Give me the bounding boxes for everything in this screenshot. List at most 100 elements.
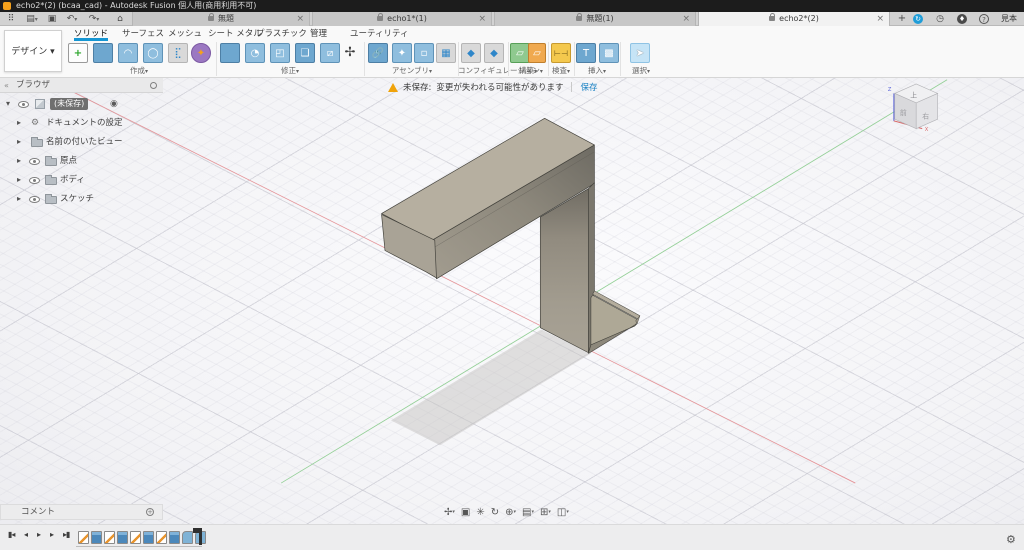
timeline-go-to-start-button[interactable]: ▮◂ <box>8 530 14 539</box>
expand-caret-icon[interactable]: ▸ <box>17 114 21 132</box>
doc-tab-untitled[interactable]: 無題 <box>132 12 310 26</box>
timeline-step-forward-button[interactable]: ▸ <box>50 530 53 539</box>
user-label[interactable]: 見本 <box>996 12 1022 26</box>
app-grid-menu-icon[interactable]: ⠿ <box>4 12 18 26</box>
new-tab-button[interactable]: + <box>896 12 908 26</box>
extrude-icon[interactable] <box>93 43 113 63</box>
browser-item-label[interactable]: ボディ <box>60 171 85 189</box>
browser-item-label[interactable]: スケッチ <box>60 190 94 208</box>
create-sketch-icon[interactable]: + <box>68 43 88 63</box>
save-link[interactable]: 保存 <box>580 81 597 93</box>
expand-caret-icon[interactable]: ▸ <box>17 171 21 189</box>
expand-caret-icon[interactable]: ▸ <box>17 152 21 170</box>
browser-item-origin[interactable]: ▸ 原点 <box>0 152 163 170</box>
combine-icon[interactable]: ❑ <box>295 43 315 63</box>
group-label[interactable]: 挿入 <box>574 65 620 76</box>
timeline-feature-extrude[interactable] <box>143 531 154 544</box>
close-icon[interactable] <box>682 12 690 26</box>
grid-settings-icon[interactable]: ⊞ <box>540 505 551 520</box>
undo-icon[interactable]: ↶ <box>64 12 80 26</box>
hole-icon[interactable]: ◯ <box>143 43 163 63</box>
configuration-table-icon[interactable]: ◆ <box>484 43 504 63</box>
timeline-feature-extrude[interactable] <box>91 531 102 544</box>
close-icon[interactable] <box>478 12 486 26</box>
ribbon-tab-solid[interactable]: ソリッド <box>74 28 108 41</box>
timeline-feature-fillet[interactable] <box>182 531 193 544</box>
timeline-position-marker[interactable] <box>199 528 202 545</box>
close-icon[interactable] <box>296 12 304 26</box>
press-pull-icon[interactable] <box>220 43 240 63</box>
viewports-icon[interactable]: ◫ <box>557 505 569 520</box>
visibility-eye-icon[interactable] <box>29 196 40 203</box>
form-icon[interactable]: ✦ <box>191 43 211 63</box>
timeline-feature-sketch[interactable] <box>104 531 115 544</box>
group-label[interactable]: 検査 <box>548 65 574 76</box>
group-label[interactable]: コンフィギュレーション <box>458 65 508 76</box>
file-menu-icon[interactable]: ▤ <box>24 12 40 26</box>
group-label[interactable]: 作成 <box>64 65 214 76</box>
doc-tab-untitled-1[interactable]: 無題(1) <box>494 12 696 26</box>
browser-root-row[interactable]: ▾ (未保存) ◉ <box>0 95 163 113</box>
column-front-face[interactable] <box>540 189 588 353</box>
panel-options-icon[interactable] <box>150 82 157 89</box>
add-comment-icon[interactable]: + <box>146 508 154 516</box>
zoom-icon[interactable]: ⊕ <box>505 505 516 520</box>
redo-icon[interactable]: ↷ <box>86 12 102 26</box>
display-settings-icon[interactable]: ▤ <box>522 505 534 520</box>
comments-panel[interactable]: コメント + <box>0 504 163 520</box>
workspace-selector[interactable]: デザイン ▾ <box>4 30 62 72</box>
home-tab-icon[interactable]: ⌂ <box>112 12 128 26</box>
ribbon-tab-plastic[interactable]: プラスチック <box>256 28 307 41</box>
group-label[interactable]: 構築 <box>508 65 548 76</box>
joint-icon[interactable]: ✦ <box>392 43 412 63</box>
doc-tab-echo1[interactable]: echo1*(1) <box>312 12 492 26</box>
browser-item-label[interactable]: ドキュメントの設定 <box>46 114 123 132</box>
browser-item-named-views[interactable]: ▸ 名前の付いたビュー <box>0 133 163 151</box>
shell-icon[interactable]: ◰ <box>270 43 290 63</box>
revolve-icon[interactable]: ◠ <box>118 43 138 63</box>
timeline-feature-extrude[interactable] <box>169 531 180 544</box>
fillet-icon[interactable]: ◔ <box>245 43 265 63</box>
root-document-label[interactable]: (未保存) <box>50 98 88 110</box>
new-component-icon[interactable]: 🔗 <box>368 43 388 63</box>
measure-icon[interactable]: ⊢⊣ <box>551 43 571 63</box>
timeline-play-button[interactable]: ▸ <box>37 530 40 539</box>
pan-hand-icon[interactable]: ✳ <box>476 506 484 520</box>
group-label[interactable]: 修正 <box>218 65 362 76</box>
browser-item-document-settings[interactable]: ▸ ⚙ ドキュメントの設定 <box>0 114 163 132</box>
ribbon-tab-mesh[interactable]: メッシュ <box>168 28 202 41</box>
configure-icon[interactable]: ◆ <box>461 43 481 63</box>
job-status-icon[interactable]: ↻ <box>913 14 923 24</box>
notification-bell-icon[interactable]: ♦ <box>957 14 967 24</box>
pan-icon[interactable]: ✢ <box>444 505 455 520</box>
visibility-eye-icon[interactable] <box>29 158 40 165</box>
timeline-step-back-button[interactable]: ◂ <box>24 530 27 539</box>
browser-item-bodies[interactable]: ▸ ボディ <box>0 171 163 189</box>
ribbon-tab-manage[interactable]: 管理 <box>310 28 327 41</box>
expand-caret-icon[interactable]: ▸ <box>17 190 21 208</box>
collapse-panel-icon[interactable]: « <box>4 78 9 93</box>
browser-item-label[interactable]: 原点 <box>60 152 77 170</box>
look-at-icon[interactable]: ▣ <box>461 506 470 520</box>
ribbon-tab-sheetmetal[interactable]: シート メタル <box>208 28 262 41</box>
timeline-feature-sketch[interactable] <box>156 531 167 544</box>
decal-icon[interactable]: T <box>576 43 596 63</box>
doc-tab-echo2-active[interactable]: echo2*(2) <box>698 12 890 26</box>
select-icon[interactable]: ➤ <box>630 43 650 63</box>
group-label[interactable]: アセンブリ <box>366 65 458 76</box>
timeline-feature-extrude[interactable] <box>117 531 128 544</box>
ribbon-tab-utilities[interactable]: ユーティリティ <box>350 28 408 41</box>
save-icon[interactable]: ▣ <box>46 12 58 26</box>
help-icon[interactable]: ? <box>979 14 989 24</box>
rigid-group-icon[interactable]: ▫ <box>414 43 434 63</box>
browser-item-sketches[interactable]: ▸ スケッチ <box>0 190 163 208</box>
expand-caret-icon[interactable]: ▸ <box>17 133 21 151</box>
viewcube[interactable]: 上 前 右 Z X <box>888 84 938 133</box>
model-body[interactable] <box>382 118 640 353</box>
axis-icon[interactable]: ▱ <box>528 43 546 63</box>
close-icon[interactable] <box>876 12 884 26</box>
browser-panel-header[interactable]: « ブラウザ <box>0 78 163 93</box>
settings-gear-icon[interactable]: ⚙ <box>1006 533 1016 546</box>
pattern-icon[interactable]: ⣏ <box>168 43 188 63</box>
timeline-feature-sketch[interactable] <box>78 531 89 544</box>
